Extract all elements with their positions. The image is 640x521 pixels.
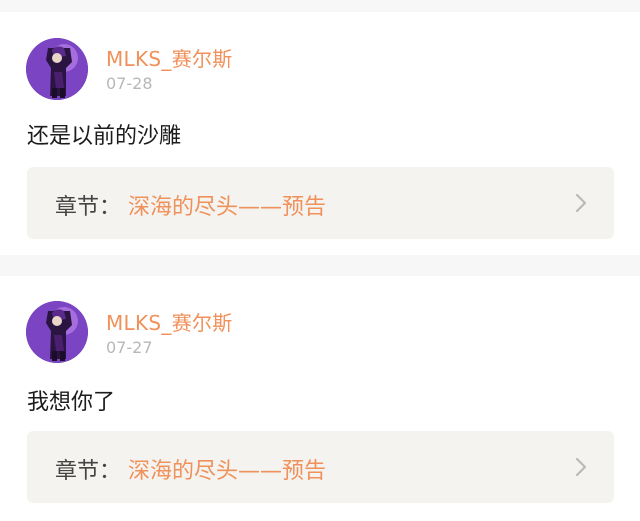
chevron-right-icon	[575, 457, 587, 477]
avatar-image-icon	[26, 301, 88, 363]
avatar-image-icon	[26, 38, 88, 100]
comment-card: MLKS_赛尔斯 07-27 我想你了 章节： 深海的尽头——预告	[0, 276, 640, 521]
username[interactable]: MLKS_赛尔斯	[106, 307, 233, 336]
chapter-label: 章节：	[55, 459, 122, 484]
comment-feed: MLKS_赛尔斯 07-28 还是以前的沙雕 章节： 深海的尽头——预告 MLK…	[0, 0, 640, 521]
post-date: 07-27	[106, 338, 153, 357]
chapter-title: 深海的尽头——预告	[128, 195, 327, 220]
chapter-link[interactable]: 章节： 深海的尽头——预告	[27, 167, 614, 239]
comment-text: 还是以前的沙雕	[27, 124, 182, 149]
post-date: 07-28	[106, 74, 153, 93]
comment-card: MLKS_赛尔斯 07-28 还是以前的沙雕 章节： 深海的尽头——预告	[0, 12, 640, 255]
avatar[interactable]	[26, 38, 88, 100]
avatar[interactable]	[26, 301, 88, 363]
chevron-right-icon	[575, 193, 587, 213]
chapter-link[interactable]: 章节： 深海的尽头——预告	[27, 431, 614, 503]
chapter-label: 章节：	[55, 195, 122, 220]
comment-text: 我想你了	[27, 390, 116, 415]
username[interactable]: MLKS_赛尔斯	[106, 43, 233, 72]
chapter-title: 深海的尽头——预告	[128, 459, 327, 484]
